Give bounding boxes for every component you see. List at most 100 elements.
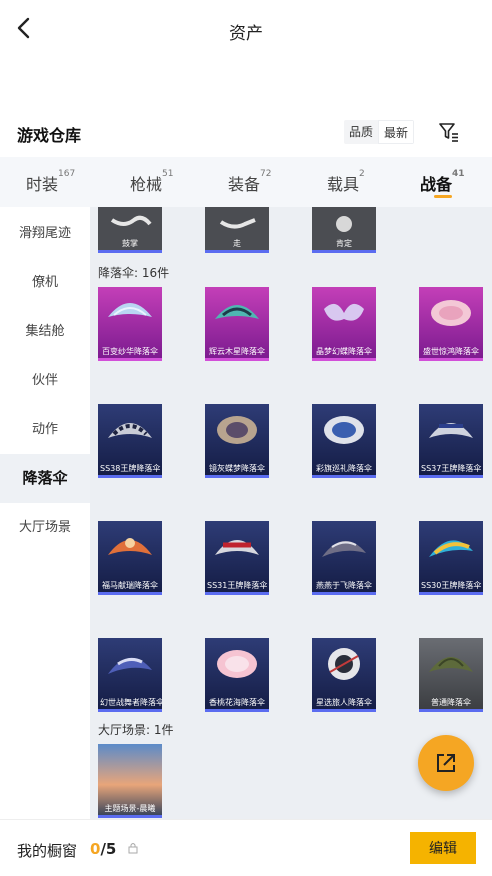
showcase-count: 0/5	[90, 840, 116, 858]
item-card[interactable]: 彩旗巡礼降落伞	[312, 404, 376, 478]
parachute-icon	[108, 657, 152, 674]
parachute-icon	[429, 657, 473, 672]
parachute-icon	[108, 423, 152, 438]
parachute-icon	[108, 303, 152, 317]
tab-equipment[interactable]: 装备72	[228, 169, 272, 195]
tab-weapons[interactable]: 枪械51	[130, 169, 173, 195]
parachute-icon	[324, 303, 364, 321]
item-name: 盛世惊鸿降落伞	[423, 347, 479, 356]
tab-fashion[interactable]: 时装167	[26, 169, 75, 195]
tab-label: 装备	[228, 175, 261, 194]
rarity-bar	[419, 358, 483, 361]
item-card[interactable]: 星选旅人降落伞	[312, 638, 376, 712]
item-card[interactable]: 辉云木星降落伞	[205, 287, 269, 361]
item-card[interactable]: SS31王牌降落伞	[205, 521, 269, 595]
parachute-icon	[431, 300, 471, 326]
showcase-current: 0	[90, 840, 101, 858]
sort-quality-button[interactable]: 品质	[344, 120, 379, 144]
rarity-bar	[419, 709, 483, 712]
rarity-bar	[205, 250, 269, 253]
share-button[interactable]	[418, 735, 474, 791]
sidebar-item-parachute[interactable]: 降落伞	[0, 454, 90, 503]
item-card[interactable]: 盛世惊鸿降落伞	[419, 287, 483, 361]
item-card[interactable]: 幻世战舞者降落伞	[98, 638, 162, 712]
tab-count: 72	[260, 169, 272, 179]
parachute-icon	[328, 648, 360, 680]
sidebar-item-glide-trail[interactable]: 滑翔尾迹	[0, 209, 90, 258]
item-grid: 鼓掌 走 肯定 降落伞: 16件 百变纱华降落伞 辉云木星降落伞 晶梦幻蝶降落伞…	[90, 207, 492, 819]
item-name: 鼓掌	[122, 239, 138, 248]
tab-vehicles[interactable]: 载具2	[327, 169, 365, 195]
showcase-label: 我的橱窗	[17, 842, 78, 860]
item-card[interactable]: 燕燕于飞降落伞	[312, 521, 376, 595]
filter-icon[interactable]	[437, 120, 461, 144]
sidebar-item-wingman[interactable]: 僚机	[0, 258, 90, 307]
tab-count: 41	[452, 169, 465, 179]
category-tabs: 时装167 枪械51 装备72 载具2 战备41	[0, 157, 492, 207]
rarity-bar	[98, 592, 162, 595]
item-name: SS37王牌降落伞	[421, 464, 482, 473]
item-card[interactable]: 镜灰蝶梦降落伞	[205, 404, 269, 478]
item-name: 镜灰蝶梦降落伞	[209, 464, 265, 473]
item-card[interactable]: 走	[205, 207, 269, 253]
page-title: 资产	[229, 24, 263, 44]
showcase-footer: 我的橱窗 0/5 编辑	[0, 819, 492, 876]
item-name: 香桃花海降落伞	[209, 698, 265, 707]
tab-label: 时装	[26, 175, 59, 194]
item-name: 走	[233, 239, 241, 248]
external-link-icon	[437, 754, 455, 772]
item-name: 辉云木星降落伞	[209, 347, 265, 356]
sidebar-item-companion[interactable]: 伙伴	[0, 356, 90, 405]
lock-icon	[128, 843, 138, 854]
rarity-bar	[98, 709, 162, 712]
item-name: 燕燕于飞降落伞	[316, 581, 372, 590]
sidebar-item-emote[interactable]: 动作	[0, 405, 90, 454]
rarity-bar	[98, 475, 162, 478]
item-card[interactable]: 肯定	[312, 207, 376, 253]
parachute-icon	[108, 538, 152, 555]
item-card[interactable]: 香桃花海降落伞	[205, 638, 269, 712]
item-name: 主题场景-晨曦	[104, 804, 156, 813]
tab-label: 载具	[327, 175, 360, 194]
sort-toggle: 品质 最新	[344, 120, 415, 144]
item-card[interactable]: 普通降落伞	[419, 638, 483, 712]
tab-tactical[interactable]: 战备41	[420, 169, 465, 195]
rarity-bar	[98, 358, 162, 361]
item-name: 肯定	[336, 239, 352, 248]
parachute-icon	[215, 540, 259, 555]
item-card[interactable]: 鼓掌	[98, 207, 162, 253]
parachute-section-header: 降落伞: 16件	[98, 266, 170, 280]
showcase-total: /5	[100, 840, 117, 858]
sidebar-item-lobby-scene[interactable]: 大厅场景	[0, 503, 90, 552]
sort-newest-button[interactable]: 最新	[378, 120, 415, 144]
rarity-bar	[312, 250, 376, 253]
rarity-bar	[205, 592, 269, 595]
item-card[interactable]: SS38王牌降落伞	[98, 404, 162, 478]
item-name: 星选旅人降落伞	[316, 698, 372, 707]
tab-label: 战备	[420, 175, 453, 194]
rarity-bar	[312, 709, 376, 712]
app-root: 资产 游戏仓库 品质 最新 时装167 枪械51 装备72 载具2 战备41 滑…	[0, 0, 492, 876]
parachute-icon	[215, 305, 259, 319]
item-name: 福马献瑞降落伞	[102, 581, 158, 590]
rarity-bar	[312, 475, 376, 478]
item-card[interactable]: 主题场景-晨曦	[98, 744, 162, 818]
rarity-bar	[419, 475, 483, 478]
parachute-icon	[217, 650, 257, 678]
item-name: SS31王牌降落伞	[207, 581, 268, 590]
edit-button[interactable]: 编辑	[410, 832, 476, 864]
item-card[interactable]: SS37王牌降落伞	[419, 404, 483, 478]
item-card[interactable]: 福马献瑞降落伞	[98, 521, 162, 595]
rarity-bar	[205, 358, 269, 361]
item-card[interactable]: SS30王牌降落伞	[419, 521, 483, 595]
parachute-icon	[322, 540, 366, 557]
parachute-icon	[217, 416, 257, 444]
sidebar-item-rally-pod[interactable]: 集结舱	[0, 307, 90, 356]
warehouse-title: 游戏仓库	[17, 126, 82, 145]
item-name: SS30王牌降落伞	[421, 581, 482, 590]
item-card[interactable]: 百变纱华降落伞	[98, 287, 162, 361]
parachute-icon	[429, 540, 473, 557]
item-card[interactable]: 晶梦幻蝶降落伞	[312, 287, 376, 361]
rarity-bar	[419, 592, 483, 595]
lobby-scene-section-header: 大厅场景: 1件	[98, 723, 174, 737]
